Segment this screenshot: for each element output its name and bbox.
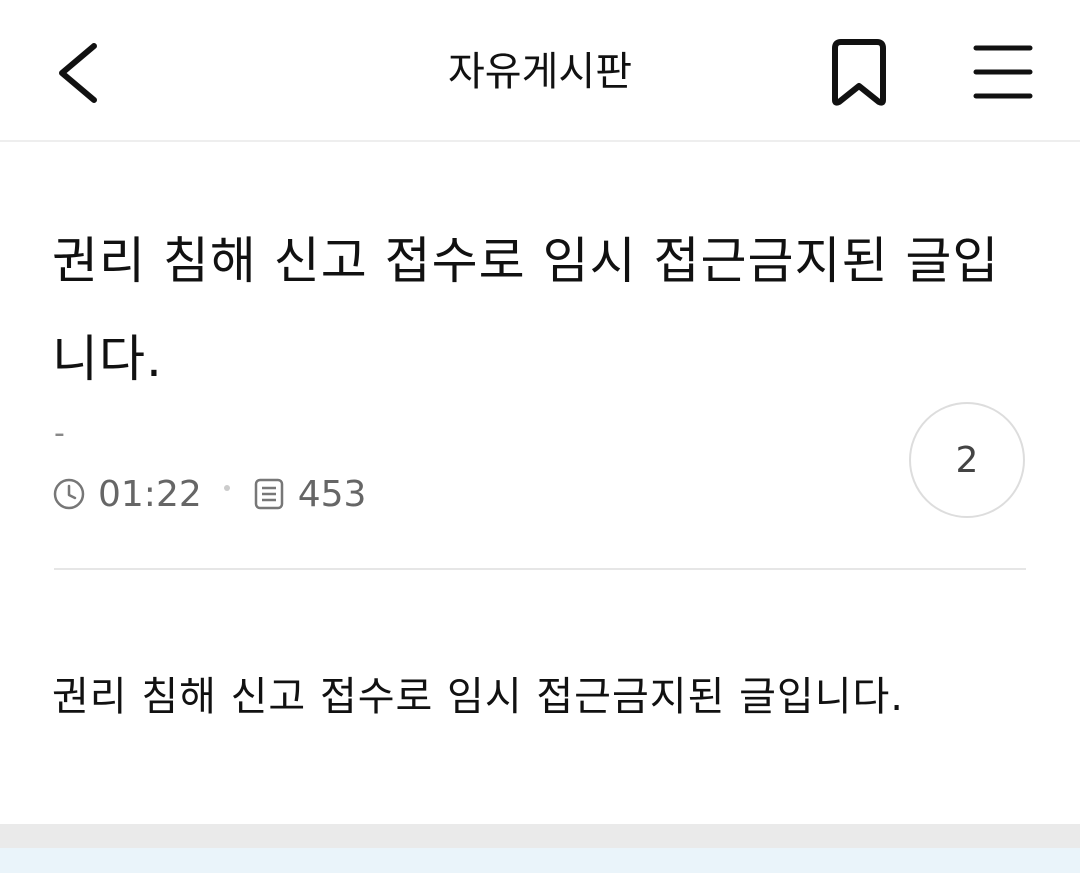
top-app-bar: 자유게시판	[0, 0, 1080, 142]
clock-icon	[53, 478, 85, 510]
author-name: -	[54, 416, 65, 451]
post-title: 권리 침해 신고 접수로 임시 접근금지된 글입니다.	[52, 232, 1000, 388]
meta-separator	[223, 485, 230, 491]
post-body: 권리 침해 신고 접수로 임시 접근금지된 글입니다.	[52, 674, 905, 720]
back-button[interactable]	[40, 30, 120, 116]
content-divider	[54, 568, 1026, 570]
page-title: 자유게시판	[448, 49, 632, 95]
hamburger-menu-icon	[973, 45, 1033, 99]
bookmark-button[interactable]	[815, 30, 901, 116]
comment-count-button[interactable]: 2	[909, 402, 1025, 518]
document-icon	[254, 478, 283, 510]
bookmark-icon	[832, 39, 886, 106]
chevron-left-icon	[59, 43, 97, 103]
menu-button[interactable]	[960, 30, 1046, 116]
bottom-panel	[0, 848, 1080, 873]
post-time: 01:22	[98, 473, 202, 515]
section-separator	[0, 824, 1080, 848]
post-meta: 01:22 453	[52, 472, 366, 516]
view-count: 453	[297, 473, 367, 515]
